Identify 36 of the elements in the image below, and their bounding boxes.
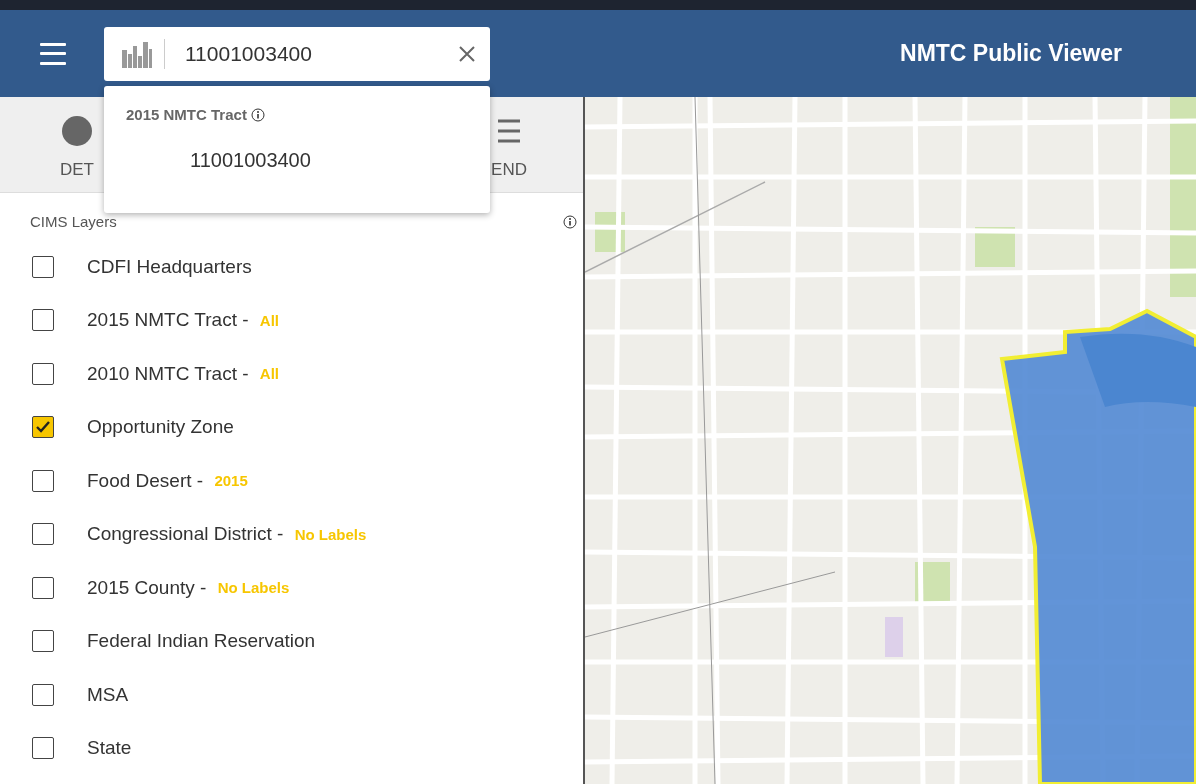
layer-name: 2015 County -	[87, 576, 208, 599]
layer-name: 2010 NMTC Tract -	[87, 362, 250, 385]
circle-icon	[62, 116, 92, 146]
checkbox[interactable]	[32, 576, 54, 599]
layer-name: CDFI Headquarters	[87, 255, 252, 278]
checkbox[interactable]	[32, 737, 54, 760]
checkbox[interactable]	[32, 416, 54, 439]
search-result[interactable]: 11001003400	[190, 149, 311, 172]
checkbox[interactable]	[32, 630, 54, 653]
layer-name: State	[87, 737, 132, 760]
checkbox[interactable]	[32, 469, 54, 492]
layer-name: Congressional District -	[87, 523, 285, 546]
check-icon	[35, 420, 51, 435]
layer-name: Food Desert -	[87, 469, 205, 492]
checkbox[interactable]	[32, 523, 54, 546]
result-group-title: 2015 NMTC Tract	[126, 106, 247, 123]
checkbox[interactable]	[32, 255, 54, 278]
app-title: NMTC Public Viewer	[900, 40, 1123, 67]
tab[interactable]: DET	[60, 97, 94, 192]
layer-name: Federal Indian Reservation	[87, 630, 316, 653]
search-input[interactable]: 11001003400	[183, 40, 458, 67]
section-heading: CIMS Layers	[30, 213, 117, 230]
clear-button[interactable]	[458, 44, 476, 63]
checkbox[interactable]	[32, 362, 54, 385]
menu-button[interactable]	[40, 42, 66, 65]
bar-chart-icon	[122, 39, 152, 68]
checkbox[interactable]	[32, 683, 54, 706]
tab[interactable]: END	[491, 97, 527, 192]
info-icon[interactable]	[250, 107, 265, 122]
layer-name: MSA	[87, 683, 129, 706]
info-icon[interactable]	[563, 214, 577, 229]
list-icon	[498, 119, 521, 143]
layer-name: 2015 NMTC Tract -	[87, 309, 250, 332]
search-field[interactable]: 11001003400	[104, 26, 490, 81]
checkbox[interactable]	[32, 309, 54, 332]
layer-name: Opportunity Zone	[87, 416, 234, 439]
